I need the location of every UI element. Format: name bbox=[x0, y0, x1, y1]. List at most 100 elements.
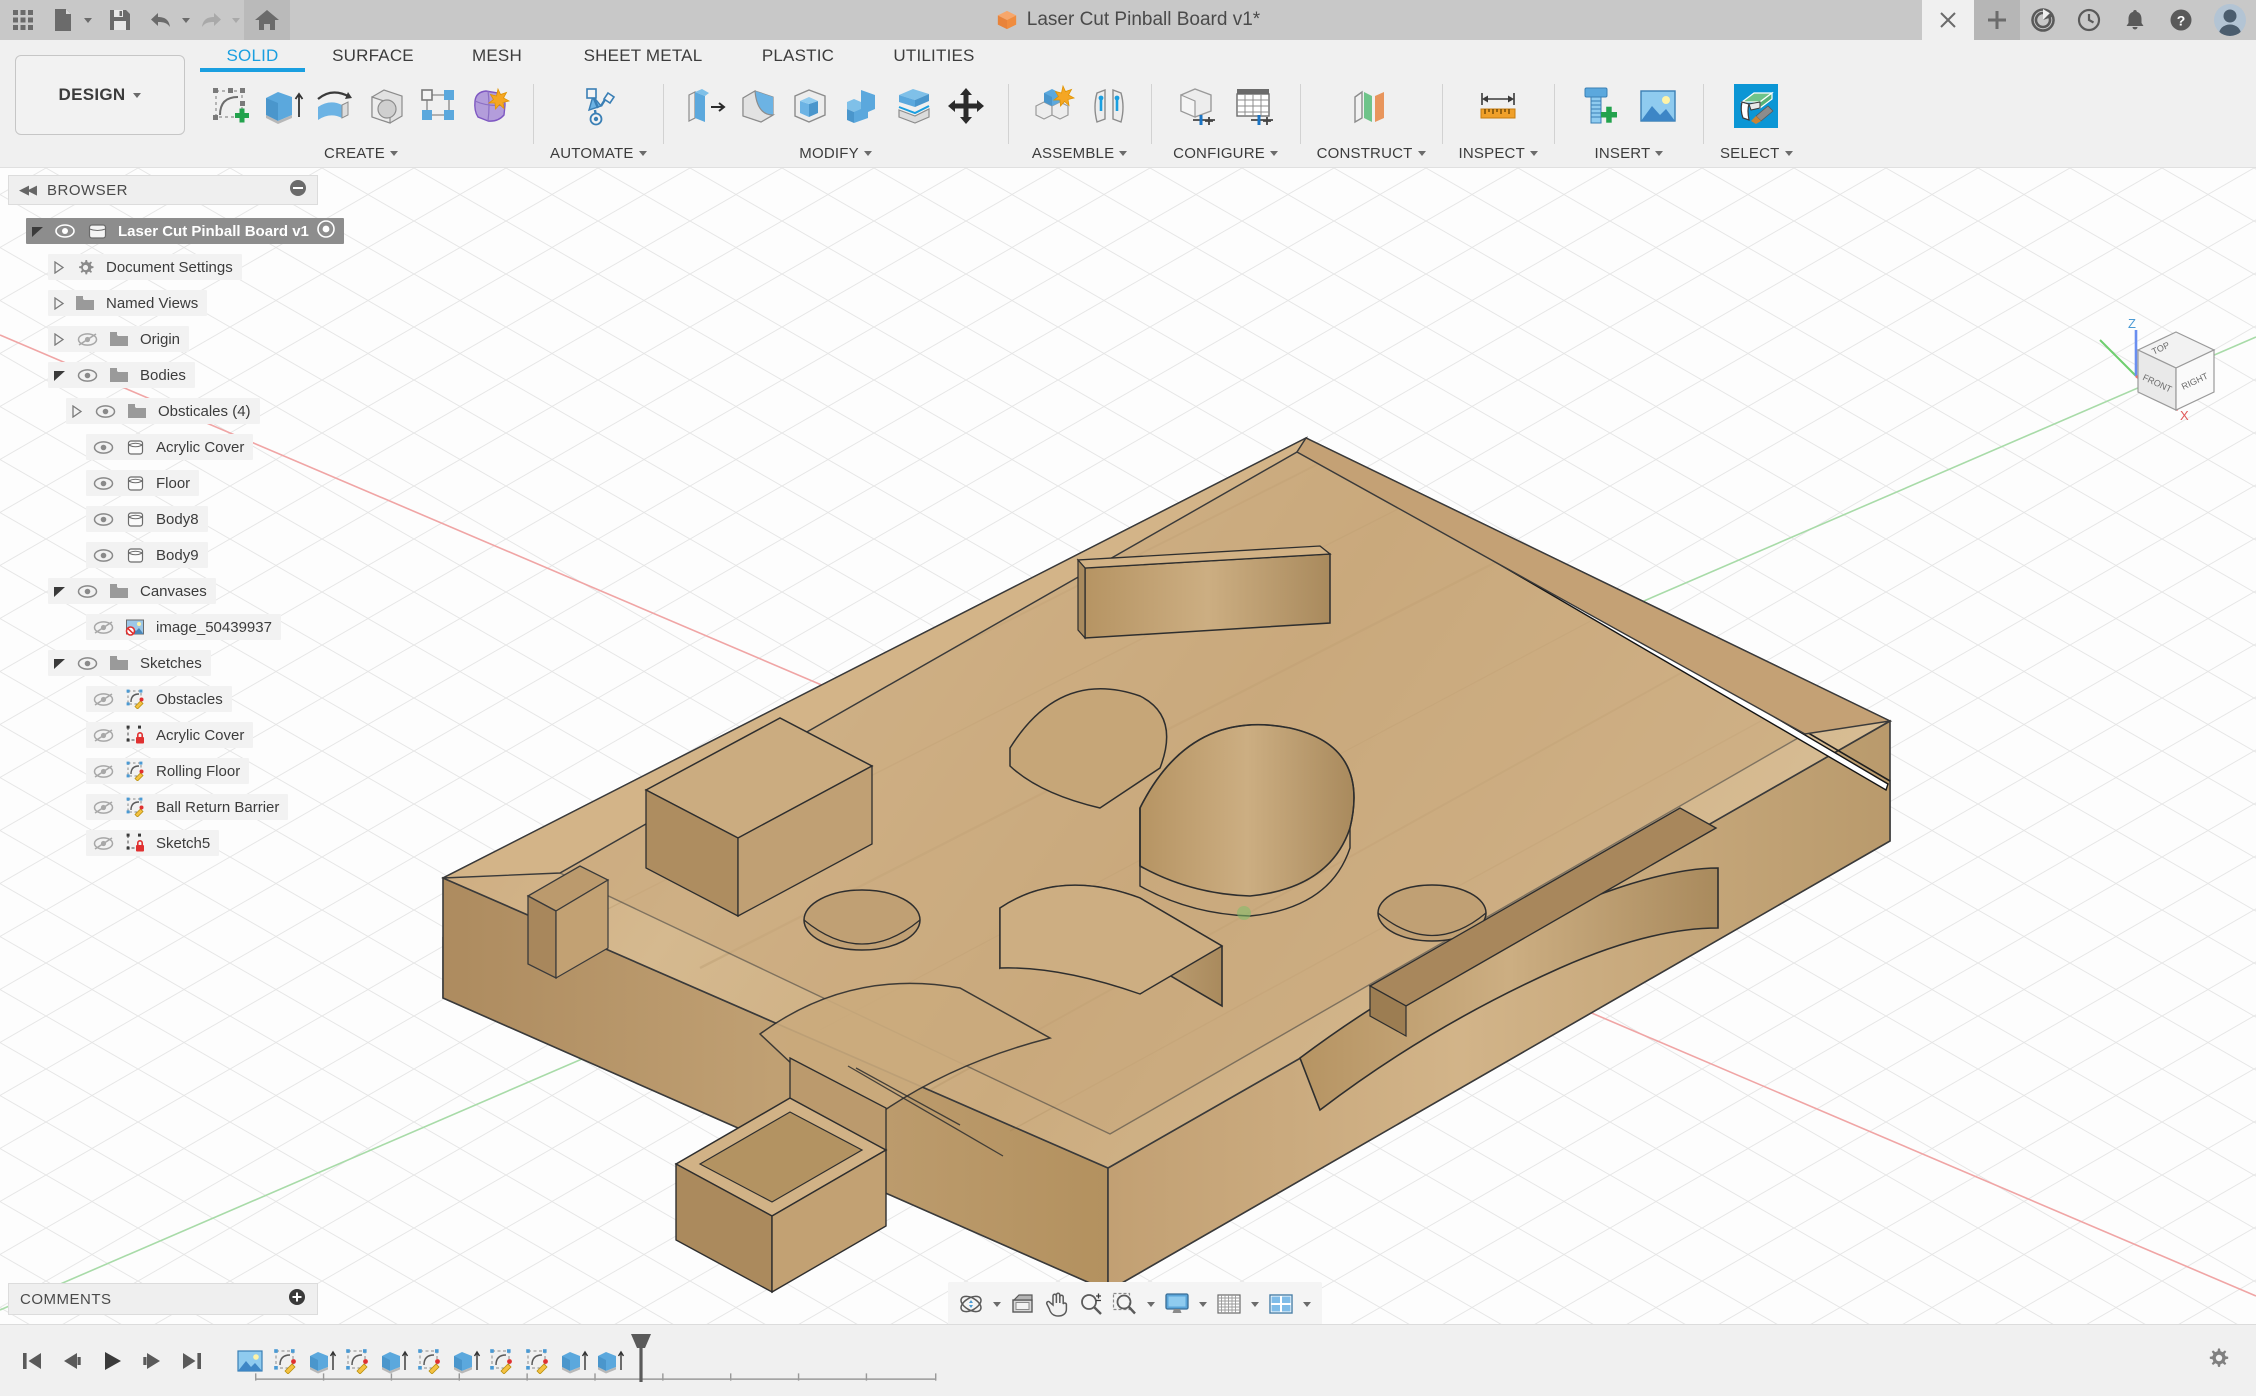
timeline-extrude-4[interactable] bbox=[556, 1341, 592, 1381]
visibility-eye-hidden-icon[interactable] bbox=[86, 686, 120, 712]
timeline-extrude-2[interactable] bbox=[376, 1341, 412, 1381]
visibility-eye-hidden-icon[interactable] bbox=[86, 722, 120, 748]
measure-icon[interactable] bbox=[1469, 76, 1527, 136]
workspace-switcher-button[interactable]: DESIGN bbox=[15, 55, 185, 135]
extrude-icon[interactable] bbox=[257, 76, 309, 136]
tree-node-origin[interactable]: Origin bbox=[8, 321, 318, 357]
collapse-arrow-icon[interactable] bbox=[48, 578, 70, 604]
orbit-icon[interactable] bbox=[954, 1284, 988, 1324]
automate-icon[interactable] bbox=[569, 76, 627, 136]
timeline-sketch-3[interactable] bbox=[412, 1341, 448, 1381]
panel-assemble-label[interactable]: ASSEMBLE bbox=[1032, 142, 1128, 164]
timeline-sketch-1[interactable] bbox=[268, 1341, 304, 1381]
tree-node-sketch-acrylic-cover[interactable]: Acrylic Cover bbox=[8, 717, 318, 753]
grid-snaps-dropdown-caret[interactable] bbox=[1246, 1284, 1264, 1324]
visibility-eye-hidden-icon[interactable] bbox=[86, 758, 120, 784]
tree-node-sketches[interactable]: Sketches bbox=[8, 645, 318, 681]
expand-arrow-icon[interactable] bbox=[48, 326, 70, 352]
visibility-eye-hidden-icon[interactable] bbox=[70, 326, 104, 352]
split-face-icon[interactable] bbox=[888, 76, 940, 136]
collapse-left-icon[interactable]: ◀◀ bbox=[19, 182, 37, 198]
tree-node-sketch-obstacles[interactable]: Obstacles bbox=[8, 681, 318, 717]
app-grid-icon[interactable] bbox=[0, 0, 46, 40]
tree-node-bodies[interactable]: Bodies bbox=[8, 357, 318, 393]
tab-mesh[interactable]: MESH bbox=[441, 40, 553, 66]
shell-icon[interactable] bbox=[784, 76, 836, 136]
visibility-eye-icon[interactable] bbox=[48, 218, 82, 244]
tree-node-sketch-rolling-floor[interactable]: Rolling Floor bbox=[8, 753, 318, 789]
collapse-arrow-icon[interactable] bbox=[48, 362, 70, 388]
visibility-eye-icon[interactable] bbox=[88, 398, 122, 424]
display-settings-icon[interactable] bbox=[1160, 1284, 1194, 1324]
press-pull-icon[interactable] bbox=[680, 76, 732, 136]
play-icon[interactable] bbox=[94, 1341, 130, 1381]
fillet-icon[interactable] bbox=[732, 76, 784, 136]
tree-node-obsticales[interactable]: Obsticales (4) bbox=[8, 393, 318, 429]
panel-configure-label[interactable]: CONFIGURE bbox=[1173, 142, 1278, 164]
panel-select-label[interactable]: SELECT bbox=[1720, 142, 1793, 164]
tree-node-sketch-ball-return-barrier[interactable]: Ball Return Barrier bbox=[8, 789, 318, 825]
visibility-eye-icon[interactable] bbox=[70, 578, 104, 604]
plus-icon[interactable] bbox=[1974, 0, 2020, 40]
tab-plastic[interactable]: PLASTIC bbox=[733, 40, 863, 66]
undo-icon[interactable] bbox=[144, 0, 178, 40]
pan-icon[interactable] bbox=[1040, 1284, 1074, 1324]
construct-plane-icon[interactable] bbox=[1342, 76, 1400, 136]
timeline-extrude-5[interactable] bbox=[592, 1341, 628, 1381]
notifications-icon[interactable] bbox=[2112, 0, 2158, 40]
redo-icon[interactable] bbox=[194, 0, 228, 40]
tree-node-sketch5[interactable]: Sketch5 bbox=[8, 825, 318, 861]
configuration-table-icon[interactable] bbox=[1226, 76, 1284, 136]
close-icon[interactable] bbox=[1922, 0, 1974, 40]
extensions-icon[interactable] bbox=[2020, 0, 2066, 40]
visibility-eye-icon[interactable] bbox=[70, 362, 104, 388]
viewports-icon[interactable] bbox=[1264, 1284, 1298, 1324]
move-copy-icon[interactable] bbox=[940, 76, 992, 136]
step-back-icon[interactable] bbox=[54, 1341, 90, 1381]
expand-arrow-icon[interactable] bbox=[48, 254, 70, 280]
tab-utilities[interactable]: UTILITIES bbox=[863, 40, 1005, 66]
revolve-icon[interactable] bbox=[309, 76, 361, 136]
browser-options-icon[interactable] bbox=[289, 179, 307, 201]
zoom-window-icon[interactable] bbox=[1108, 1284, 1142, 1324]
tree-node-named-views[interactable]: Named Views bbox=[8, 285, 318, 321]
configuration-icon[interactable] bbox=[1168, 76, 1226, 136]
save-icon[interactable] bbox=[96, 0, 144, 40]
zoom-window-dropdown-caret[interactable] bbox=[1142, 1284, 1160, 1324]
tree-node-body9[interactable]: Body9 bbox=[8, 537, 318, 573]
document-title-text[interactable]: Laser Cut Pinball Board v1* bbox=[1027, 9, 1260, 31]
hole-icon[interactable] bbox=[361, 76, 413, 136]
visibility-eye-hidden-icon[interactable] bbox=[86, 830, 120, 856]
go-to-beginning-icon[interactable] bbox=[14, 1341, 50, 1381]
timeline-sketch-5[interactable] bbox=[520, 1341, 556, 1381]
timeline-extrude-1[interactable] bbox=[304, 1341, 340, 1381]
comments-panel[interactable]: COMMENTS bbox=[8, 1283, 318, 1315]
tree-node-canvas-image[interactable]: image_50439937 bbox=[8, 609, 318, 645]
expand-arrow-icon[interactable] bbox=[48, 290, 70, 316]
visibility-eye-icon[interactable] bbox=[86, 542, 120, 568]
zoom-icon[interactable] bbox=[1074, 1284, 1108, 1324]
orbit-dropdown-caret[interactable] bbox=[988, 1284, 1006, 1324]
timeline-marker[interactable] bbox=[628, 1333, 654, 1382]
viewport-3d[interactable]: Z X TOP FRONT RIGHT bbox=[0, 168, 2256, 1324]
tab-solid[interactable]: SOLID bbox=[200, 40, 305, 72]
tab-surface[interactable]: SURFACE bbox=[305, 40, 441, 66]
help-icon[interactable]: ? bbox=[2158, 0, 2204, 40]
visibility-eye-icon[interactable] bbox=[86, 434, 120, 460]
panel-construct-label[interactable]: CONSTRUCT bbox=[1317, 142, 1426, 164]
expand-arrow-icon[interactable] bbox=[26, 218, 48, 244]
timeline-sketch-2[interactable] bbox=[340, 1341, 376, 1381]
look-at-icon[interactable] bbox=[1006, 1284, 1040, 1324]
timeline-extrude-3[interactable] bbox=[448, 1341, 484, 1381]
tab-sheet-metal[interactable]: SHEET METAL bbox=[553, 40, 733, 66]
collapse-arrow-icon[interactable] bbox=[48, 650, 70, 676]
tree-node-root[interactable]: Laser Cut Pinball Board v1 bbox=[8, 213, 344, 249]
undo-dropdown-caret[interactable] bbox=[178, 0, 194, 40]
visibility-eye-hidden-icon[interactable] bbox=[86, 614, 120, 640]
combine-icon[interactable] bbox=[836, 76, 888, 136]
selection-badge[interactable] bbox=[317, 220, 335, 242]
go-to-end-icon[interactable] bbox=[174, 1341, 210, 1381]
tree-node-body-floor[interactable]: Floor bbox=[8, 465, 318, 501]
file-dropdown-caret[interactable] bbox=[80, 0, 96, 40]
redo-dropdown-caret[interactable] bbox=[228, 0, 244, 40]
